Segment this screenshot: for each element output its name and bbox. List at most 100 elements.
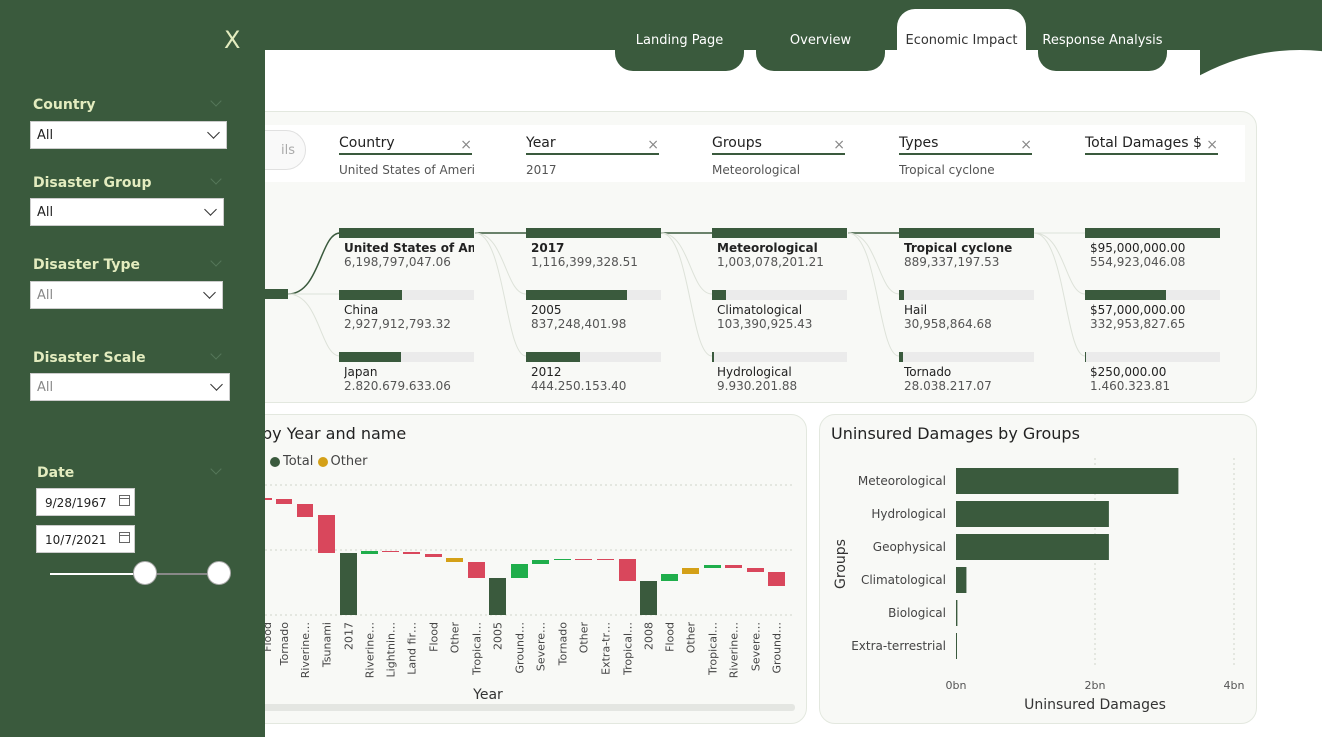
node-bar-fill bbox=[1085, 290, 1166, 300]
node-value: 837,248,401.98 bbox=[531, 317, 627, 331]
category-label: Biological bbox=[888, 606, 946, 620]
column-value: 2017 bbox=[526, 163, 557, 177]
waterfall-bar[interactable] bbox=[532, 560, 549, 564]
decomp-node[interactable]: Tropical cyclone 889,337,197.53 bbox=[899, 228, 1034, 269]
horizontal-scrollbar[interactable] bbox=[260, 704, 795, 711]
slider-end-handle[interactable] bbox=[207, 561, 231, 585]
decomp-node[interactable]: 2017 1,116,399,328.51 bbox=[526, 228, 661, 269]
clear-icon[interactable]: × bbox=[647, 137, 659, 153]
bar-hydrological[interactable] bbox=[956, 501, 1109, 527]
decomp-node[interactable]: 2012 444.250.153.40 bbox=[526, 352, 661, 393]
calendar-icon[interactable] bbox=[119, 495, 130, 506]
tab-landing-page[interactable]: Landing Page bbox=[615, 18, 744, 71]
decomp-node[interactable]: $95,000,000.00 554,923,046.08 bbox=[1085, 228, 1220, 269]
clear-icon[interactable]: × bbox=[833, 137, 845, 153]
calendar-icon[interactable] bbox=[119, 532, 130, 543]
waterfall-bar[interactable] bbox=[382, 551, 399, 552]
decomp-node[interactable]: China 2,927,912,793.32 bbox=[339, 290, 474, 331]
decomp-node[interactable]: $57,000,000.00 332,953,827.65 bbox=[1085, 290, 1220, 331]
node-bar-fill bbox=[339, 290, 402, 300]
date-start-input[interactable]: 9/28/1967 bbox=[36, 488, 135, 516]
waterfall-bar[interactable] bbox=[468, 562, 485, 578]
tab-response-analysis[interactable]: Response Analysis bbox=[1038, 18, 1167, 71]
node-value: 1.460.323.81 bbox=[1090, 379, 1171, 393]
waterfall-bar[interactable] bbox=[489, 578, 506, 615]
column-value: Tropical cyclone bbox=[899, 163, 995, 177]
legend-item-other[interactable]: Other bbox=[317, 454, 367, 469]
column-name: Total Damages $ bbox=[1085, 135, 1218, 155]
filter-label-disaster-group: Disaster Group bbox=[33, 175, 152, 191]
bar-chart: Meteorological Hydrological Geophysical Cli… bbox=[833, 458, 1245, 713]
legend-label: Total bbox=[283, 454, 314, 469]
slider-start-handle[interactable] bbox=[133, 561, 157, 585]
filter-label-disaster-scale: Disaster Scale bbox=[33, 350, 146, 366]
column-name: Groups bbox=[712, 135, 845, 155]
clear-icon[interactable]: × bbox=[1206, 137, 1218, 153]
node-bar-track bbox=[712, 290, 847, 300]
waterfall-bar[interactable] bbox=[768, 572, 785, 586]
tab-overview[interactable]: Overview bbox=[756, 18, 885, 71]
waterfall-bar[interactable] bbox=[446, 558, 463, 562]
bar-meteorological[interactable] bbox=[956, 468, 1179, 494]
country-dropdown[interactable]: All bbox=[30, 121, 227, 149]
decomp-node[interactable]: United States of Am…6,198,797,047.06 bbox=[339, 228, 474, 269]
decomp-node[interactable]: 2005 837,248,401.98 bbox=[526, 290, 661, 331]
bar-geophysical[interactable] bbox=[956, 534, 1109, 560]
waterfall-bar[interactable] bbox=[704, 565, 721, 568]
decomp-node[interactable]: Climatological 103,390,925.43 bbox=[712, 290, 847, 331]
disaster-group-dropdown[interactable]: All bbox=[30, 198, 224, 226]
chevron-down-icon bbox=[204, 203, 217, 216]
tab-economic-impact[interactable]: Economic Impact bbox=[897, 9, 1026, 61]
decomp-node[interactable]: Tornado 28.038.217.07 bbox=[899, 352, 1034, 393]
waterfall-bar[interactable] bbox=[297, 504, 313, 517]
clear-icon[interactable]: × bbox=[460, 137, 472, 153]
node-bar-fill bbox=[899, 290, 904, 300]
x-tick-label: 0bn bbox=[946, 679, 967, 692]
column-name: Year bbox=[526, 135, 659, 155]
legend-item-total[interactable]: Total bbox=[270, 454, 313, 469]
node-bar-track bbox=[339, 228, 474, 238]
disaster-scale-dropdown[interactable]: All bbox=[30, 373, 230, 401]
waterfall-bar[interactable] bbox=[511, 564, 528, 578]
x-tick-label: Lightnin… bbox=[385, 622, 398, 677]
waterfall-bar[interactable] bbox=[619, 559, 636, 581]
legend-dot bbox=[270, 456, 280, 467]
bar-biological[interactable] bbox=[956, 600, 958, 626]
waterfall-bar[interactable] bbox=[276, 499, 292, 504]
x-axis-label: Year bbox=[472, 687, 503, 703]
waterfall-bar[interactable] bbox=[575, 559, 592, 560]
node-value: 444.250.153.40 bbox=[531, 379, 627, 393]
waterfall-bar[interactable] bbox=[747, 568, 764, 572]
waterfall-bar[interactable] bbox=[361, 551, 378, 554]
waterfall-bar[interactable] bbox=[554, 559, 571, 560]
close-icon[interactable]: X bbox=[224, 26, 240, 54]
node-bar-track bbox=[339, 290, 474, 300]
waterfall-bar[interactable] bbox=[425, 554, 442, 557]
waterfall-bar[interactable] bbox=[318, 515, 335, 553]
bar-climatological[interactable] bbox=[956, 567, 967, 593]
date-end-input[interactable]: 10/7/2021 bbox=[36, 525, 135, 553]
clear-icon[interactable]: × bbox=[1020, 137, 1032, 153]
decomp-node[interactable]: Hydrological 9.930.201.88 bbox=[712, 352, 847, 393]
waterfall-bar[interactable] bbox=[661, 574, 678, 581]
decomp-column-types: Types × Tropical cyclone bbox=[899, 135, 1034, 177]
x-tick-label: Other bbox=[578, 622, 591, 654]
node-label: $250,000.00 bbox=[1090, 365, 1167, 379]
waterfall-bar[interactable] bbox=[597, 559, 614, 560]
waterfall-bar[interactable] bbox=[725, 565, 742, 568]
legend-dot bbox=[317, 456, 328, 467]
node-bar-track bbox=[1085, 228, 1220, 238]
decomp-node[interactable]: $250,000.00 1.460.323.81 bbox=[1085, 352, 1220, 393]
chevron-down-icon bbox=[210, 378, 223, 391]
decomp-node[interactable]: Hail 30,958,864.68 bbox=[899, 290, 1034, 331]
waterfall-bar[interactable] bbox=[340, 553, 357, 615]
node-bar-track bbox=[526, 228, 661, 238]
decomp-node[interactable]: Meteorological 1,003,078,201.21 bbox=[712, 228, 847, 269]
waterfall-bar[interactable] bbox=[682, 568, 699, 574]
waterfall-bar[interactable] bbox=[640, 581, 657, 615]
bar-extra-terrestrial[interactable] bbox=[956, 633, 957, 659]
decomp-node[interactable]: Japan 2.820.679.633.06 bbox=[339, 352, 474, 393]
node-value: 1,116,399,328.51 bbox=[531, 255, 638, 269]
disaster-type-dropdown[interactable]: All bbox=[30, 281, 223, 309]
waterfall-bar[interactable] bbox=[403, 552, 420, 554]
